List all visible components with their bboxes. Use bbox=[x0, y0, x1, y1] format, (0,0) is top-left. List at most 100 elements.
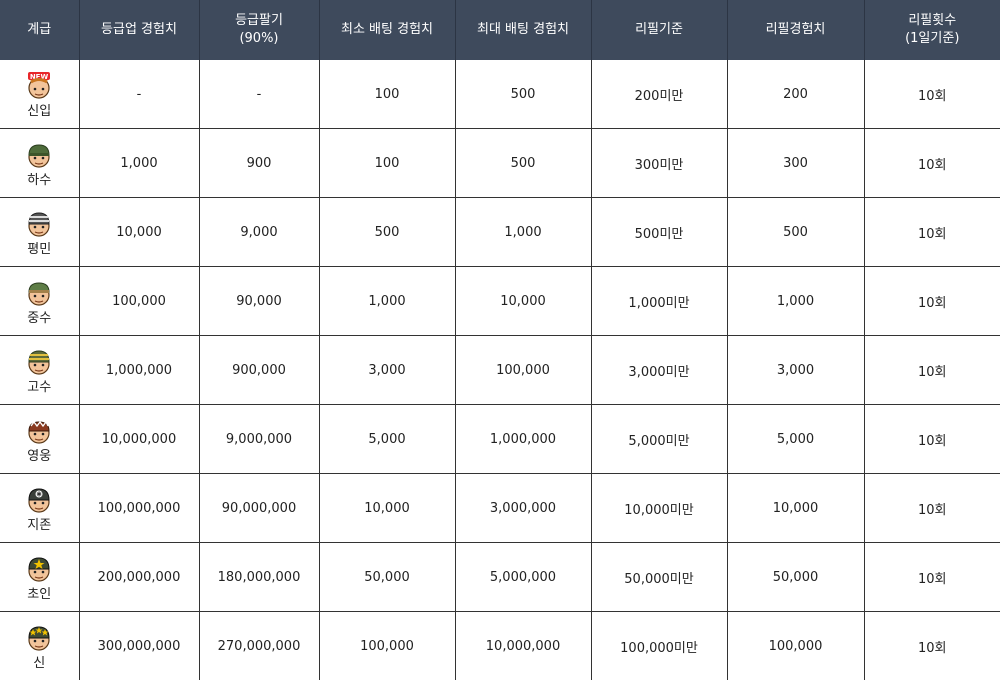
sell-rank-cell: 900,000 bbox=[199, 335, 320, 405]
refill-exp-cell: 3,000 bbox=[727, 335, 865, 405]
refill-count-cell: 10회 bbox=[864, 60, 1000, 129]
sell-rank-cell: 90,000 bbox=[199, 266, 320, 336]
table-row: 초인 200,000,000 180,000,000 50,000 5,000,000 5… bbox=[0, 542, 1000, 612]
table-row: 하수 1,000 900 100 500 300미만 300 10회 bbox=[0, 128, 1000, 198]
max-bet-cell: 5,000,000 bbox=[455, 542, 592, 612]
yellow-stripe-cap-face-icon bbox=[22, 345, 56, 379]
refill-count-cell: 10회 bbox=[864, 197, 1000, 267]
rank-name: 평민 bbox=[27, 241, 52, 257]
min-bet-cell: 100 bbox=[319, 128, 456, 198]
refill-condition-cell: 3,000미만 bbox=[591, 335, 728, 405]
table-row: 신 300,000,000 270,000,000 100,000 10,000,000… bbox=[0, 611, 1000, 680]
header-refill-condition: 리필기준 bbox=[591, 0, 728, 60]
rank-cell: 하수 bbox=[0, 128, 80, 198]
rank-name: 지존 bbox=[27, 517, 52, 533]
refill-exp-cell: 200 bbox=[727, 60, 865, 129]
rank-table: 계급 등급업 경험치 등급팔기 (90%) 최소 배팅 경험치 최대 배팅 경험… bbox=[0, 0, 1000, 680]
refill-condition-cell: 100,000미만 bbox=[591, 611, 728, 680]
sell-rank-cell: 270,000,000 bbox=[199, 611, 320, 680]
refill-condition-cell: 1,000미만 bbox=[591, 266, 728, 336]
refill-exp-cell: 1,000 bbox=[727, 266, 865, 336]
header-refill-count: 리필횟수 (1일기준) bbox=[864, 0, 1000, 60]
refill-count-cell: 10회 bbox=[917, 640, 947, 656]
table-row: 평민 10,000 9,000 500 1,000 500미만 500 10회 bbox=[0, 197, 1000, 267]
levelup-exp-cell: - bbox=[79, 60, 200, 129]
rank-cell: ✱ 지존 bbox=[0, 473, 80, 543]
rank-name: 영웅 bbox=[27, 448, 52, 464]
min-bet-cell: 5,000 bbox=[319, 404, 456, 474]
refill-condition-cell: 10,000미만 bbox=[591, 473, 728, 543]
refill-condition-cell: 5,000미만 bbox=[591, 404, 728, 474]
levelup-exp-cell: 1,000 bbox=[79, 128, 200, 198]
levelup-exp-cell: 10,000 bbox=[79, 197, 200, 267]
header-rank: 계급 bbox=[0, 0, 80, 60]
rank-cell: NEW 신입 bbox=[0, 60, 80, 129]
rank-name: 하수 bbox=[27, 172, 52, 188]
sell-rank-cell: 9,000,000 bbox=[199, 404, 320, 474]
sell-rank-cell: 9,000 bbox=[199, 197, 320, 267]
refill-condition-cell: 500미만 bbox=[591, 197, 728, 267]
levelup-exp-cell: 200,000,000 bbox=[79, 542, 200, 612]
green-helmet-face-icon bbox=[22, 138, 56, 172]
min-bet-cell: 100 bbox=[319, 60, 456, 129]
rank-cell: 영웅 bbox=[0, 404, 80, 474]
levelup-exp-cell: 100,000,000 bbox=[79, 473, 200, 543]
rank-name: 신 bbox=[33, 655, 46, 671]
sell-rank-cell: - bbox=[199, 60, 320, 129]
refill-condition-cell: 200미만 bbox=[591, 60, 728, 129]
refill-condition-cell: 300미만 bbox=[591, 128, 728, 198]
refill-exp-cell: 500 bbox=[727, 197, 865, 267]
rank-name: 중수 bbox=[27, 310, 52, 326]
header-sell-rank: 등급팔기 (90%) bbox=[199, 0, 320, 60]
max-bet-cell: 1,000 bbox=[455, 197, 592, 267]
sell-rank-cell: 900 bbox=[199, 128, 320, 198]
refill-count-cell: 10회 bbox=[864, 128, 1000, 198]
max-bet-cell: 10,000,000 bbox=[455, 611, 592, 680]
refill-exp-cell: 10,000 bbox=[727, 473, 865, 543]
refill-exp-cell: 300 bbox=[727, 128, 865, 198]
rank-cell: 신 bbox=[0, 611, 80, 680]
header-refill-exp: 리필경험치 bbox=[727, 0, 865, 60]
refill-count-cell: 10회 bbox=[864, 266, 1000, 336]
max-bet-cell: 100,000 bbox=[455, 335, 592, 405]
star-badge-helmet-face-icon: ✱ bbox=[22, 483, 56, 517]
max-bet-cell: 1,000,000 bbox=[455, 404, 592, 474]
min-bet-cell: 500 bbox=[319, 197, 456, 267]
levelup-exp-cell: 10,000,000 bbox=[79, 404, 200, 474]
three-star-helmet-face-icon bbox=[22, 621, 56, 655]
max-bet-cell: 3,000,000 bbox=[455, 473, 592, 543]
sell-rank-cell: 180,000,000 bbox=[199, 542, 320, 612]
table-row: ✱ 지존 100,000,000 90,000,000 10,000 3,000,000 1… bbox=[0, 473, 1000, 543]
refill-count-cell: 10회 bbox=[864, 335, 1000, 405]
table-row: 고수 1,000,000 900,000 3,000 100,000 3,000미만 3,0… bbox=[0, 335, 1000, 405]
new-face-icon: NEW bbox=[22, 69, 56, 103]
table-row: NEW 신입 - -100 500 200미만 200 10회 bbox=[0, 60, 1000, 129]
table-body: NEW 신입 - -100 500 200미만 200 10회 하수 1,000 900 100 500… bbox=[0, 60, 1000, 680]
rank-cell: 초인 bbox=[0, 542, 80, 612]
refill-exp-cell: 100,000 bbox=[727, 611, 865, 680]
min-bet-cell: 1,000 bbox=[319, 266, 456, 336]
table-row: 중수 100,000 90,000 1,000 10,000 1,000미만 1,000 10… bbox=[0, 266, 1000, 336]
refill-count-cell: 10회 bbox=[864, 542, 1000, 612]
refill-exp-cell: 5,000 bbox=[727, 404, 865, 474]
table-row: 영웅 10,000,000 9,000,000 5,000 1,000,000 5,000… bbox=[0, 404, 1000, 474]
header-min-bet: 최소 배팅 경험치 bbox=[319, 0, 456, 60]
sell-rank-cell: 90,000,000 bbox=[199, 473, 320, 543]
gold-star-helmet-face-icon bbox=[22, 552, 56, 586]
header-levelup-exp: 등급업 경험치 bbox=[79, 0, 200, 60]
striped-cap-face-icon bbox=[22, 207, 56, 241]
rank-cell: 고수 bbox=[0, 335, 80, 405]
max-bet-cell: 10,000 bbox=[455, 266, 592, 336]
levelup-exp-cell: 300,000,000 bbox=[79, 611, 200, 680]
max-bet-cell: 500 bbox=[455, 128, 592, 198]
table-header: 계급 등급업 경험치 등급팔기 (90%) 최소 배팅 경험치 최대 배팅 경험… bbox=[0, 0, 1000, 60]
rank-name: 고수 bbox=[27, 379, 52, 395]
rank-name: 신입 bbox=[27, 103, 52, 119]
max-bet-cell: 500 bbox=[455, 60, 592, 129]
rank-cell: 중수 bbox=[0, 266, 80, 336]
refill-count-cell: 10회 bbox=[864, 404, 1000, 474]
min-bet-cell: 10,000 bbox=[319, 473, 456, 543]
refill-exp-cell: 50,000 bbox=[727, 542, 865, 612]
svg-text:✱: ✱ bbox=[36, 490, 42, 498]
levelup-exp-cell: 100,000 bbox=[79, 266, 200, 336]
